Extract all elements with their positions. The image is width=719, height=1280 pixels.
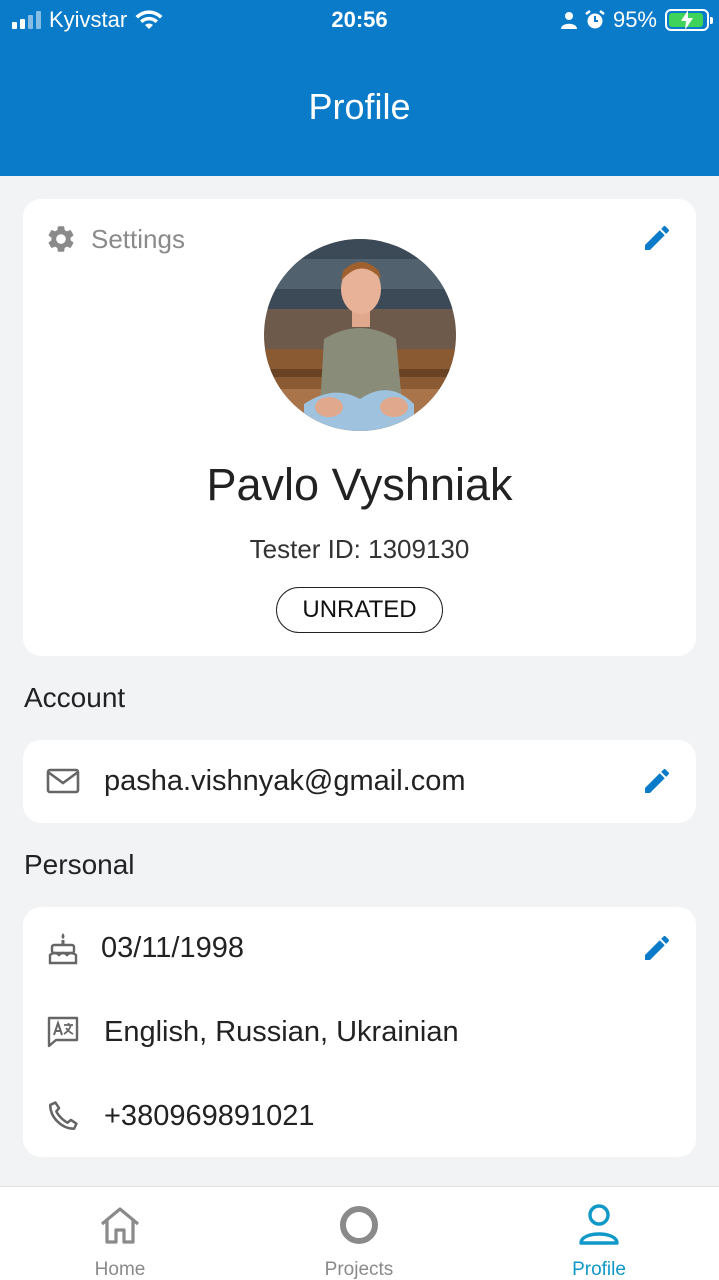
- languages-value: English, Russian, Ukrainian: [104, 1015, 459, 1048]
- status-bar: Kyivstar 20:56 95%: [0, 0, 719, 40]
- settings-label: Settings: [91, 223, 185, 254]
- phone-row: +380969891021: [23, 1086, 696, 1146]
- rating-badge: UNRATED: [276, 587, 443, 633]
- edit-account-button[interactable]: [640, 764, 674, 798]
- page-title: Profile: [308, 86, 411, 127]
- profile-card: Settings Pavlo Vyshniak Tester ID: 13091…: [23, 199, 696, 656]
- mail-icon: [45, 763, 81, 799]
- tab-profile-label: Profile: [572, 1259, 626, 1280]
- tab-home-label: Home: [94, 1259, 146, 1280]
- settings-button[interactable]: Settings: [45, 223, 185, 255]
- profile-name: Pavlo Vyshniak: [206, 459, 513, 510]
- person-icon: [560, 12, 577, 29]
- personal-card: 03/11/1998 English, Russian, Ukrainian +…: [23, 907, 696, 1157]
- personal-section-title: Personal: [24, 849, 135, 880]
- bottom-tab-bar: Home Projects Profile: [0, 1186, 719, 1280]
- home-icon: [98, 1203, 142, 1247]
- projects-icon: [337, 1203, 381, 1247]
- tab-projects-label: Projects: [324, 1259, 394, 1280]
- app-header: Kyivstar 20:56 95% Profile: [0, 0, 719, 176]
- phone-value: +380969891021: [104, 1099, 315, 1132]
- email-row: pasha.vishnyak@gmail.com: [23, 751, 696, 811]
- pencil-icon: [645, 768, 670, 793]
- battery-percentage: 95%: [612, 7, 657, 32]
- account-card: pasha.vishnyak@gmail.com: [23, 740, 696, 823]
- edit-personal-button[interactable]: [640, 931, 674, 965]
- profile-icon: [577, 1203, 621, 1247]
- tab-profile[interactable]: Profile: [509, 1187, 689, 1280]
- alarm-icon: [585, 10, 605, 29]
- avatar[interactable]: [264, 239, 456, 431]
- email-value: pasha.vishnyak@gmail.com: [104, 764, 466, 797]
- battery-icon: [665, 9, 713, 31]
- translate-icon: [45, 1014, 81, 1050]
- birthday-row: 03/11/1998: [23, 918, 696, 978]
- account-section-title: Account: [24, 682, 126, 713]
- pencil-icon: [645, 935, 670, 960]
- edit-profile-button[interactable]: [640, 221, 674, 255]
- avatar-photo: [264, 239, 456, 431]
- phone-icon: [45, 1098, 81, 1134]
- birthday-value: 03/11/1998: [101, 931, 244, 964]
- languages-row: English, Russian, Ukrainian: [23, 1002, 696, 1062]
- tab-home[interactable]: Home: [30, 1187, 210, 1280]
- cake-icon: [45, 930, 81, 966]
- tab-projects[interactable]: Projects: [269, 1187, 449, 1280]
- tester-id: Tester ID: 1309130: [249, 534, 470, 564]
- pencil-icon: [645, 225, 670, 250]
- gear-icon: [48, 226, 74, 252]
